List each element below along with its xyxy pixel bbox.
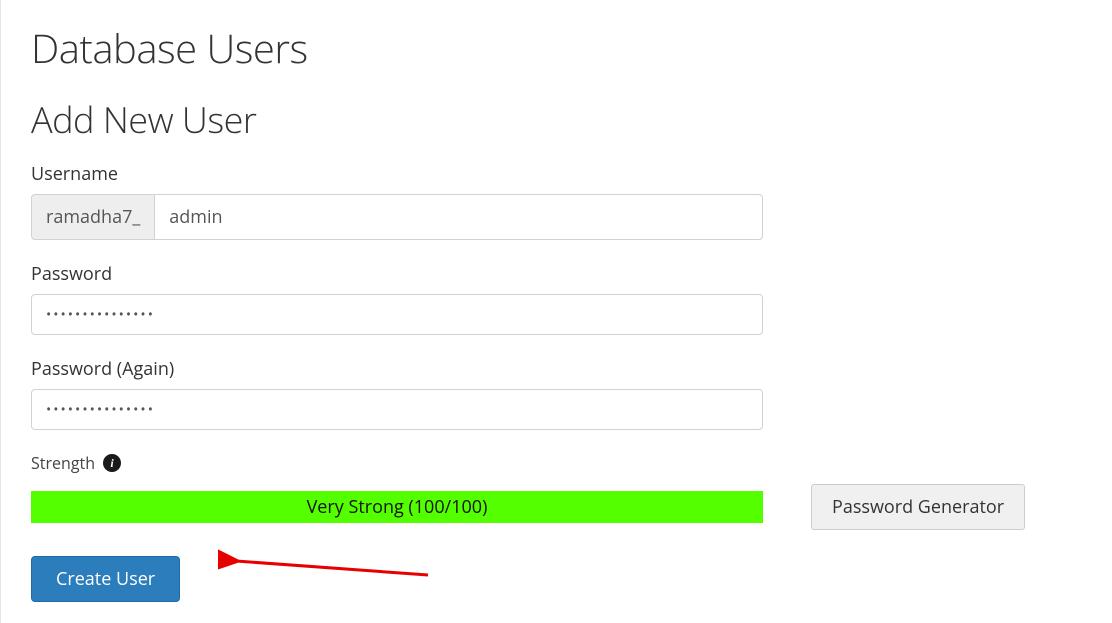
username-input[interactable] <box>154 194 763 240</box>
strength-row: Very Strong (100/100) Password Generator <box>31 484 1082 530</box>
username-input-group: ramadha7_ <box>31 194 763 240</box>
password-input[interactable] <box>31 294 763 335</box>
password-row: Password <box>31 262 1082 335</box>
section-title: Database Users <box>31 20 1082 75</box>
annotation-arrow-icon <box>218 545 438 585</box>
create-user-button[interactable]: Create User <box>31 556 180 602</box>
strength-label: Strength <box>31 452 95 474</box>
password-again-row: Password (Again) <box>31 357 1082 430</box>
strength-bar: Very Strong (100/100) <box>31 491 763 523</box>
form-title: Add New User <box>31 95 1082 144</box>
password-again-input[interactable] <box>31 389 763 430</box>
password-again-label: Password (Again) <box>31 357 1082 381</box>
username-row: Username ramadha7_ <box>31 162 1082 240</box>
add-user-panel: Database Users Add New User Username ram… <box>0 0 1112 623</box>
strength-text: Very Strong (100/100) <box>307 495 488 519</box>
info-icon[interactable]: i <box>103 454 121 472</box>
username-prefix: ramadha7_ <box>31 194 154 240</box>
username-label: Username <box>31 162 1082 186</box>
strength-label-row: Strength i <box>31 452 1082 474</box>
password-label: Password <box>31 262 1082 286</box>
password-generator-button[interactable]: Password Generator <box>811 484 1025 530</box>
